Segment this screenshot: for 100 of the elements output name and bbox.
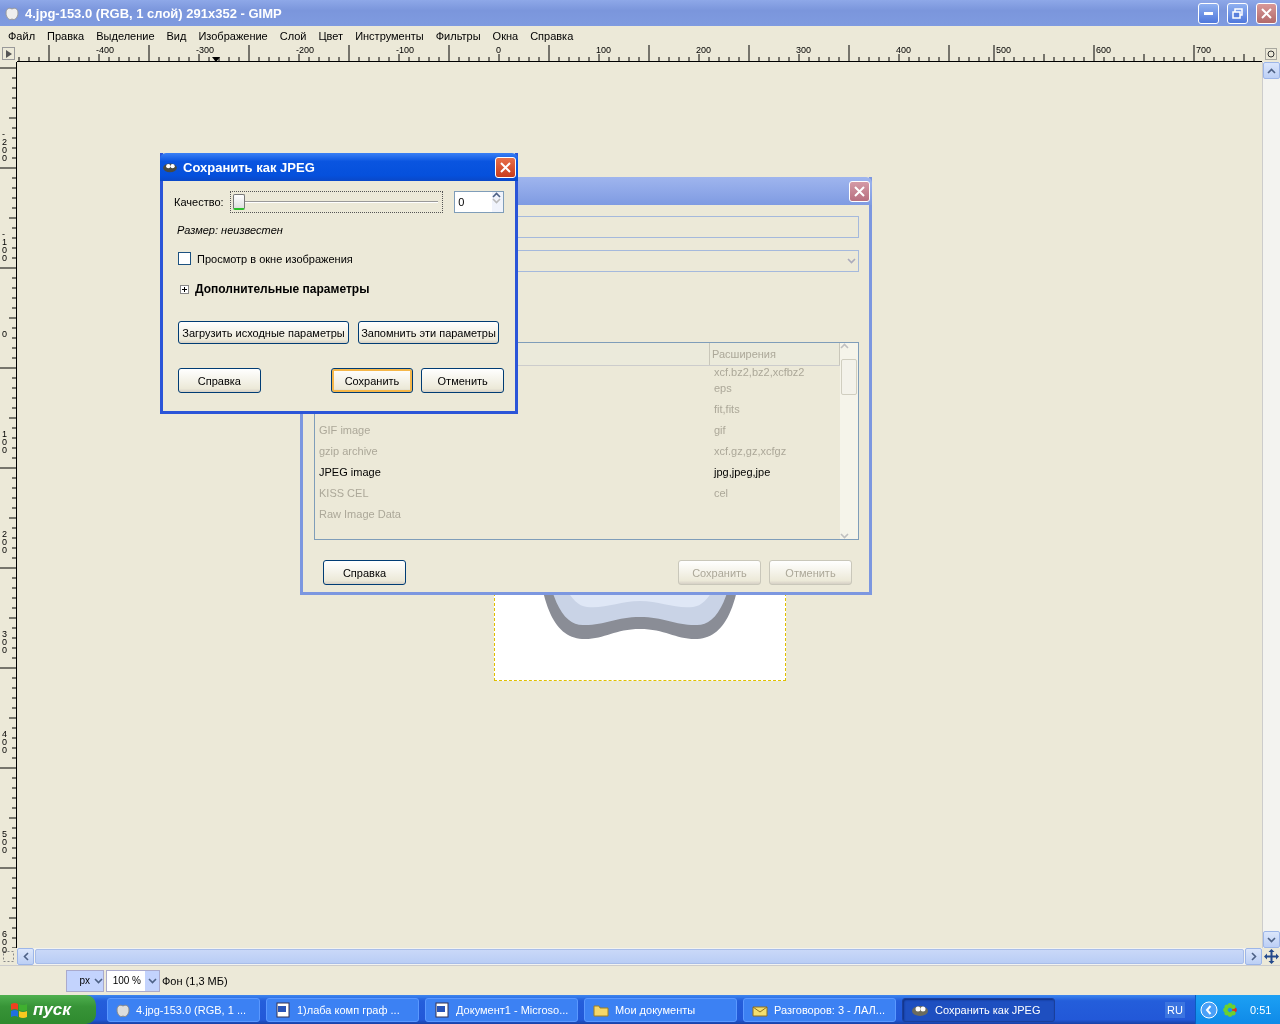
menu-item[interactable]: Фильтры bbox=[429, 29, 487, 42]
chevron-down-icon bbox=[847, 258, 856, 264]
ruler-label: 200 bbox=[2, 530, 7, 555]
file-type-name: KISS CEL bbox=[318, 486, 370, 499]
chevron-down-icon bbox=[147, 977, 157, 984]
navigate-button[interactable] bbox=[1262, 948, 1280, 965]
start-button[interactable]: пуск bbox=[0, 995, 96, 1024]
unit-dropdown[interactable]: px bbox=[66, 969, 104, 992]
zoom-dropdown[interactable]: 100 % bbox=[106, 969, 160, 992]
menu-item[interactable]: Слой bbox=[273, 29, 313, 42]
ruler-label: 100 bbox=[596, 45, 612, 55]
expand-icon[interactable] bbox=[180, 284, 189, 294]
ruler-label: 400 bbox=[896, 45, 912, 55]
clock: 0:51 bbox=[1250, 1003, 1272, 1016]
chevron-down-icon bbox=[492, 198, 501, 204]
play-icon bbox=[5, 49, 12, 58]
taskbar-button[interactable]: Разговоров: 3 - ЛАЛ... bbox=[743, 997, 896, 1022]
file-type-row[interactable]: JPEG image jpg,jpeg,jpe bbox=[315, 461, 840, 482]
taskbar-button[interactable]: 4.jpg-153.0 (RGB, 1 ... bbox=[107, 997, 260, 1022]
ruler-label: 500 bbox=[996, 45, 1012, 55]
file-extensions: xcf.gz,gz,xcfgz bbox=[713, 444, 788, 457]
folder-icon bbox=[593, 1002, 609, 1017]
menu-item[interactable]: Вид bbox=[160, 29, 193, 42]
apple-icon bbox=[5, 5, 19, 21]
chevron-up-icon bbox=[492, 192, 501, 198]
ruler-label: 0 bbox=[496, 45, 501, 55]
ruler-label: 300 bbox=[796, 45, 812, 55]
close-button[interactable] bbox=[495, 156, 516, 178]
quality-spinbox[interactable]: 0 bbox=[454, 191, 504, 213]
taskbar-button[interactable]: Сохранить как JPEG bbox=[902, 997, 1055, 1022]
taskbar-button[interactable]: 1)лаба комп граф ... bbox=[266, 997, 419, 1022]
restore-button[interactable] bbox=[1227, 2, 1248, 24]
menu-item[interactable]: Правка bbox=[41, 29, 91, 42]
preset-button[interactable]: Загрузить исходные параметры bbox=[178, 321, 349, 344]
gimp-mascot-icon bbox=[162, 161, 178, 173]
file-type-name: Raw Image Data bbox=[318, 507, 402, 520]
ruler-label: 600 bbox=[2, 930, 7, 955]
document-icon bbox=[434, 1001, 450, 1018]
close-icon bbox=[854, 185, 865, 197]
minimize-button[interactable] bbox=[1198, 2, 1219, 24]
ruler-label: 600 bbox=[1096, 45, 1112, 55]
windows-flag-icon bbox=[10, 1001, 28, 1018]
ruler-label: 700 bbox=[1196, 45, 1212, 55]
menu-item[interactable]: Изображение bbox=[192, 29, 274, 42]
ruler-label: 0 bbox=[2, 330, 7, 339]
window-title: 4.jpg-153.0 (RGB, 1 слой) 291x352 - GIMP bbox=[25, 5, 283, 21]
dialog-button[interactable]: Отменить bbox=[421, 368, 504, 393]
file-extensions: fit,fits bbox=[713, 402, 741, 415]
size-text: Размер: неизвестен bbox=[177, 224, 283, 236]
file-extensions: cel bbox=[713, 486, 730, 499]
close-icon bbox=[1261, 7, 1272, 19]
file-extensions: jpg,jpeg,jpe bbox=[712, 465, 772, 478]
ruler-label: 300 bbox=[2, 630, 7, 655]
file-extensions: xcf.bz2,bz2,xcfbz2 bbox=[713, 365, 806, 378]
layer-status: Фон (1,3 МБ) bbox=[162, 974, 228, 987]
ruler-label: 400 bbox=[2, 730, 7, 755]
file-extensions: gif bbox=[713, 423, 727, 436]
ruler-label: -200 bbox=[296, 45, 314, 55]
chevron-left-icon[interactable] bbox=[1200, 1000, 1218, 1019]
dialog-button[interactable]: Сохранить bbox=[330, 368, 414, 393]
language-indicator[interactable]: RU bbox=[1165, 1001, 1185, 1018]
dialog-button[interactable]: Справка bbox=[323, 560, 406, 585]
slider-thumb[interactable] bbox=[232, 194, 245, 210]
list-scrollbar[interactable] bbox=[840, 343, 858, 539]
chevron-up-icon bbox=[1267, 67, 1276, 74]
chevron-right-icon bbox=[1250, 952, 1257, 961]
horizontal-scrollbar[interactable] bbox=[17, 948, 1262, 965]
preset-button[interactable]: Запомнить эти параметры bbox=[358, 321, 499, 344]
menu-item[interactable]: Инструменты bbox=[349, 29, 430, 42]
file-type-name: JPEG image bbox=[318, 465, 382, 478]
taskbar-button[interactable]: Мои документы bbox=[584, 997, 737, 1022]
close-button[interactable] bbox=[1256, 2, 1277, 24]
file-type-name: GIF image bbox=[318, 423, 372, 436]
flower-icon[interactable] bbox=[1222, 1001, 1238, 1018]
ruler-label: -400 bbox=[96, 45, 114, 55]
menu-arrow-button[interactable] bbox=[2, 47, 15, 60]
menu-item[interactable]: Справка bbox=[524, 29, 580, 42]
checkbox-label: Просмотр в окне изображения bbox=[197, 252, 353, 265]
dialog-title: Сохранить как JPEG bbox=[183, 159, 316, 175]
quick-mask-button[interactable] bbox=[0, 948, 17, 965]
vertical-scrollbar[interactable] bbox=[1262, 62, 1280, 948]
menu-item[interactable]: Окна bbox=[486, 29, 525, 42]
chevron-up-icon bbox=[840, 343, 849, 349]
menu-item[interactable]: Выделение bbox=[90, 29, 161, 42]
preview-checkbox[interactable] bbox=[178, 252, 191, 265]
menu-item[interactable]: Файл bbox=[2, 29, 42, 42]
quality-slider[interactable] bbox=[229, 191, 444, 213]
menu-item[interactable]: Цвет bbox=[312, 29, 350, 42]
ruler-label: 200 bbox=[696, 45, 712, 55]
chevron-down-icon bbox=[840, 533, 849, 539]
zoom-fit-button[interactable] bbox=[1262, 45, 1280, 62]
scrollbar-thumb[interactable] bbox=[841, 359, 857, 395]
dialog-button[interactable]: Справка bbox=[178, 368, 261, 393]
ruler-label: 500 bbox=[2, 830, 7, 855]
taskbar-button[interactable]: Документ1 - Microso... bbox=[425, 997, 578, 1022]
close-button[interactable] bbox=[849, 180, 870, 202]
quality-label: Качество: bbox=[174, 196, 224, 208]
ruler-label: -100 bbox=[2, 230, 7, 263]
expander-label[interactable]: Дополнительные параметры bbox=[195, 282, 370, 296]
restore-icon bbox=[1232, 7, 1243, 19]
